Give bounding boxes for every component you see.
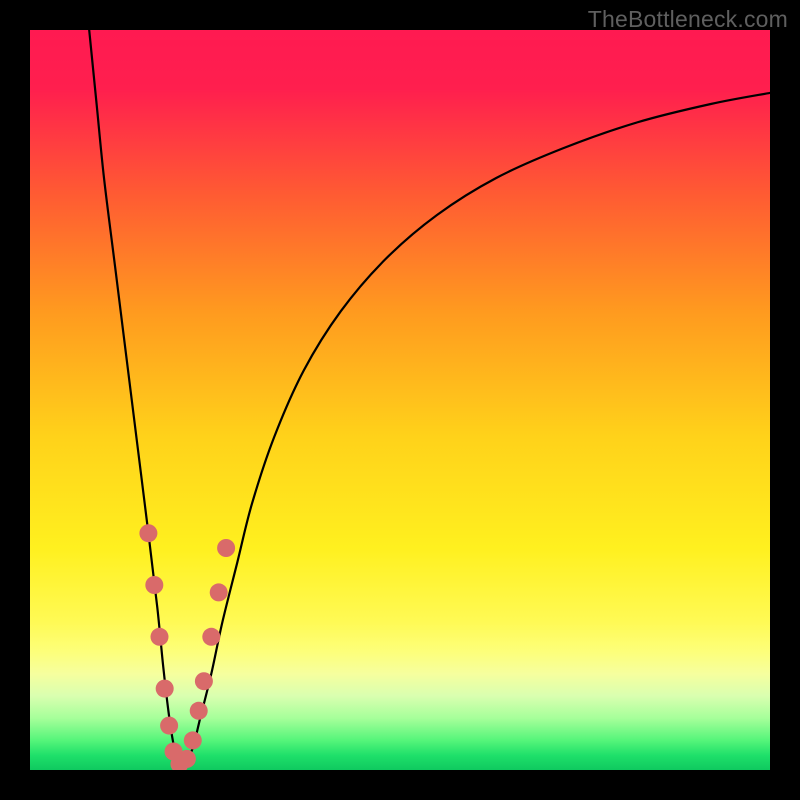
highlight-point (139, 524, 157, 542)
highlight-point (190, 702, 208, 720)
highlight-markers (139, 524, 235, 770)
highlight-point (160, 717, 178, 735)
watermark-text: TheBottleneck.com (588, 6, 788, 33)
highlight-point (145, 576, 163, 594)
highlight-point (202, 628, 220, 646)
highlight-point (210, 583, 228, 601)
highlight-point (151, 628, 169, 646)
highlight-point (195, 672, 213, 690)
bottleneck-curve (89, 30, 770, 765)
highlight-point (178, 750, 196, 768)
plot-area (30, 30, 770, 770)
highlight-point (156, 680, 174, 698)
highlight-point (184, 731, 202, 749)
curve-layer (30, 30, 770, 770)
highlight-point (217, 539, 235, 557)
chart-frame: TheBottleneck.com (0, 0, 800, 800)
